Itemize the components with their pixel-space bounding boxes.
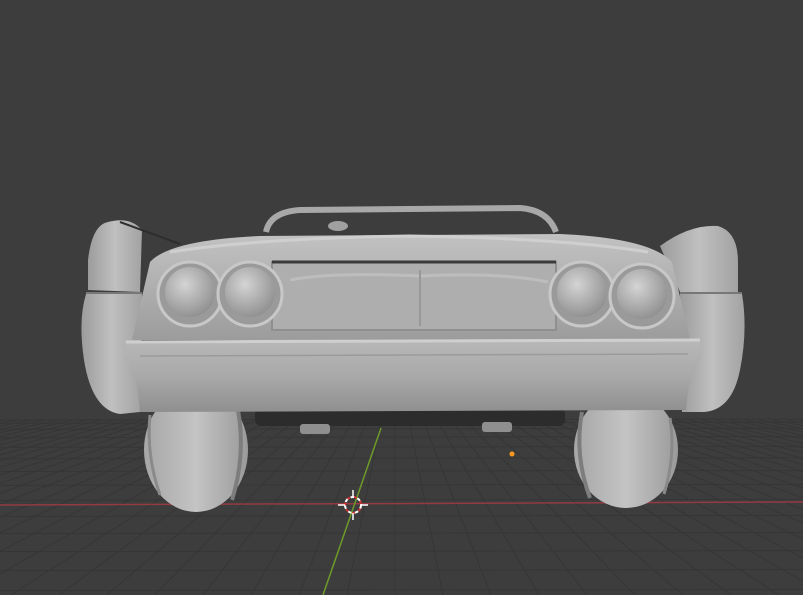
grid-line bbox=[0, 419, 32, 427]
grid-line bbox=[0, 569, 803, 572]
grid-line bbox=[0, 419, 116, 451]
x-axis-line bbox=[0, 501, 803, 506]
grid-line bbox=[346, 419, 382, 595]
object-origin-dot bbox=[509, 451, 515, 457]
grid-line bbox=[408, 419, 444, 595]
grid-line bbox=[436, 419, 540, 595]
grid-line bbox=[0, 589, 803, 592]
grid-line bbox=[0, 419, 4, 422]
car-body-mesh[interactable] bbox=[81, 204, 745, 512]
grid-line bbox=[298, 419, 368, 595]
windshield-frame bbox=[263, 204, 559, 234]
3d-viewport[interactable] bbox=[0, 0, 803, 595]
grille bbox=[271, 261, 557, 331]
grid-line bbox=[422, 419, 492, 595]
grid-line bbox=[0, 483, 803, 486]
grid-line bbox=[0, 514, 803, 517]
grid-line bbox=[0, 498, 803, 501]
front-bumper bbox=[124, 340, 702, 412]
grid-line bbox=[0, 419, 74, 437]
grid-line bbox=[0, 457, 803, 460]
grid-line bbox=[250, 419, 354, 595]
grid-line bbox=[0, 427, 803, 430]
grid-line bbox=[0, 550, 803, 553]
floor-grid bbox=[0, 418, 803, 595]
viewport-canvas[interactable] bbox=[0, 0, 803, 595]
